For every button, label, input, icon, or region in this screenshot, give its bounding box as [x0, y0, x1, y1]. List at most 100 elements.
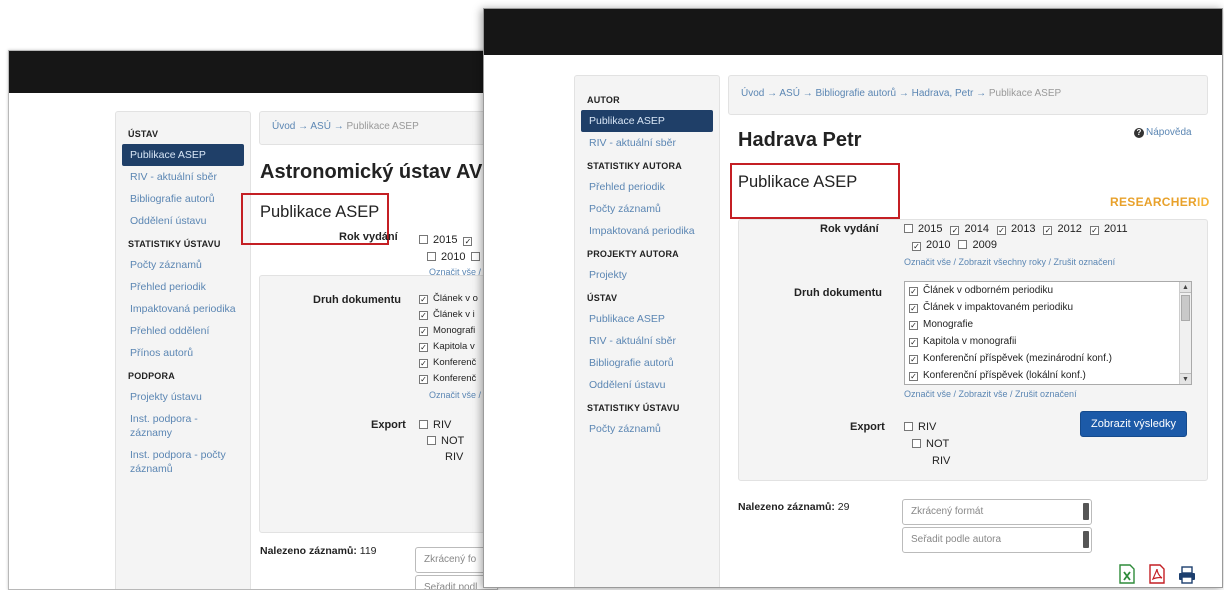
- scrollbar-thumb[interactable]: [1181, 295, 1190, 321]
- sidebar-item-ustav-publikace-asep[interactable]: Publikace ASEP: [581, 308, 713, 330]
- back-breadcrumb: Úvod → ASÚ → Publikace ASEP: [259, 111, 497, 145]
- checkbox-checked-icon: ✓: [419, 311, 428, 320]
- sidebar-item-inst-podpora-pocty[interactable]: Inst. podpora - počty záznamů: [122, 444, 244, 480]
- print-icon[interactable]: [1178, 565, 1196, 585]
- front-page-title: Hadrava Petr: [738, 129, 862, 151]
- sidebar-item-projekty[interactable]: Projekty: [581, 264, 713, 286]
- sidebar-heading-statistiky-autora: STATISTIKY AUTORA: [587, 161, 682, 171]
- sidebar-item-autor-prehled-periodik[interactable]: Přehled periodik: [581, 176, 713, 198]
- checkbox-icon: [419, 420, 428, 429]
- checkbox-icon: [427, 252, 436, 261]
- checkbox-checked-icon: ✓: [419, 343, 428, 352]
- front-years-links[interactable]: Označit vše / Zobrazit všechny roky / Zr…: [904, 257, 1115, 267]
- front-section-title: Publikace ASEP: [738, 173, 858, 191]
- back-export-not-riv[interactable]: NOT: [427, 435, 464, 447]
- pdf-export-icon[interactable]: [1148, 564, 1166, 584]
- doc-type-option[interactable]: ✓ Kapitola v monografii: [905, 333, 1191, 350]
- breadcrumb-current: Publikace ASEP: [988, 88, 1062, 99]
- researcherid-logo[interactable]: RESEARCHERID: [1110, 195, 1210, 209]
- sidebar-heading-ustav: ÚSTAV: [587, 293, 618, 303]
- back-doc-type-4[interactable]: ✓ Konferenč: [419, 357, 476, 368]
- sidebar-item-ustav-oddeleni-ustavu[interactable]: Oddělení ústavu: [581, 374, 713, 396]
- sidebar-item-oddeleni-ustavu[interactable]: Oddělení ústavu: [122, 210, 244, 232]
- year-option-2012[interactable]: ✓ 2012: [1043, 223, 1082, 235]
- back-browser-window: ÚSTAV Publikace ASEP RIV - aktuální sběr…: [8, 50, 498, 590]
- sidebar-item-ustav-bibliografie-autoru[interactable]: Bibliografie autorů: [581, 352, 713, 374]
- doc-type-option[interactable]: ✓ Konferenční příspěvek (mezinárodní konf…: [905, 350, 1191, 367]
- doc-type-option[interactable]: ✓ Článek v impaktovaném periodiku: [905, 299, 1191, 316]
- scroll-down-arrow-icon[interactable]: ▼: [1180, 373, 1191, 384]
- checkbox-icon: [912, 439, 921, 448]
- back-export-not-riv-2: RIV: [445, 451, 464, 463]
- doc-type-option[interactable]: ✓ Článek v odborném periodiku: [905, 282, 1191, 299]
- year-option-2014[interactable]: ✓ 2014: [950, 223, 989, 235]
- back-year-2015[interactable]: 2015 ✓: [419, 234, 477, 246]
- checkbox-icon: [471, 252, 481, 261]
- front-format-select[interactable]: Zkrácený formát: [902, 499, 1092, 525]
- sidebar-item-impaktovana-periodika[interactable]: Impaktovaná periodika: [122, 298, 244, 320]
- sidebar-item-autor-publikace-asep[interactable]: Publikace ASEP: [581, 110, 713, 132]
- doc-type-listbox[interactable]: ✓ Článek v odborném periodiku ✓ Článek v i…: [904, 281, 1192, 385]
- checkbox-checked-icon: ✓: [912, 242, 921, 251]
- year-option-2010[interactable]: ✓ 2010: [912, 239, 950, 251]
- back-year-2010[interactable]: 2010: [427, 251, 485, 263]
- back-export-riv[interactable]: RIV: [419, 419, 451, 431]
- sidebar-item-autor-riv-aktualni-sber[interactable]: RIV - aktuální sběr: [581, 132, 713, 154]
- front-window-top-bar: [484, 9, 1222, 55]
- checkbox-checked-icon: ✓: [463, 237, 473, 246]
- front-export-riv[interactable]: RIV: [904, 421, 936, 433]
- doc-type-option[interactable]: ✓ Konferenční příspěvek (lokální konf.): [905, 367, 1191, 384]
- back-doc-type-3[interactable]: ✓ Kapitola v: [419, 341, 475, 352]
- sidebar-item-prehled-oddeleni[interactable]: Přehled oddělení: [122, 320, 244, 342]
- front-breadcrumb: Úvod → ASÚ → Bibliografie autorů → Hadra…: [728, 75, 1208, 115]
- sidebar-item-autor-impaktovana-periodika[interactable]: Impaktovaná periodika: [581, 220, 713, 242]
- back-sidebar: ÚSTAV Publikace ASEP RIV - aktuální sběr…: [115, 111, 251, 589]
- checkbox-checked-icon: ✓: [909, 287, 918, 296]
- checkbox-checked-icon: ✓: [909, 355, 918, 364]
- checkbox-checked-icon: ✓: [950, 226, 960, 235]
- show-results-button[interactable]: Zobrazit výsledky: [1080, 411, 1187, 437]
- sidebar-item-pocty-zaznamu[interactable]: Počty záznamů: [122, 254, 244, 276]
- breadcrumb-path[interactable]: Úvod → ASÚ → Bibliografie autorů → Hadra…: [741, 88, 989, 99]
- sidebar-item-bibliografie-autoru[interactable]: Bibliografie autorů: [122, 188, 244, 210]
- checkbox-checked-icon: ✓: [909, 321, 918, 330]
- back-section-title: Publikace ASEP: [260, 203, 380, 221]
- year-option-2013[interactable]: ✓ 2013: [996, 223, 1035, 235]
- sidebar-item-inst-podpora-zaznamy[interactable]: Inst. podpora - záznamy: [122, 408, 244, 444]
- sidebar-item-riv-aktualni-sber[interactable]: RIV - aktuální sběr: [122, 166, 244, 188]
- sidebar-heading-projekty-autora: PROJEKTY AUTORA: [587, 249, 679, 259]
- select-arrow-icon: [1083, 531, 1089, 548]
- back-window-top-bar: [9, 51, 497, 93]
- front-doc-links[interactable]: Označit vše / Zobrazit vše / Zrušit ozna…: [904, 389, 1077, 399]
- sidebar-item-prinos-autoru[interactable]: Přínos autorů: [122, 342, 244, 364]
- sidebar-item-projekty-ustavu[interactable]: Projekty ústavu: [122, 386, 244, 408]
- doc-type-option[interactable]: ✓ Monografie: [905, 316, 1191, 333]
- front-export-not-riv[interactable]: NOT: [912, 438, 949, 450]
- year-option-2015[interactable]: 2015: [904, 223, 942, 235]
- listbox-scrollbar[interactable]: ▲ ▼: [1179, 282, 1191, 384]
- sidebar-item-prehled-periodik[interactable]: Přehled periodik: [122, 276, 244, 298]
- sidebar-item-autor-pocty-zaznamu[interactable]: Počty záznamů: [581, 198, 713, 220]
- checkbox-checked-icon: ✓: [419, 295, 428, 304]
- back-doc-type-5[interactable]: ✓ Konferenč: [419, 373, 476, 384]
- front-export-label: Export: [850, 421, 885, 433]
- back-doc-type-1[interactable]: ✓ Článek v i: [419, 309, 475, 320]
- checkbox-checked-icon: ✓: [419, 327, 428, 336]
- front-sort-select[interactable]: Seřadit podle autora: [902, 527, 1092, 553]
- breadcrumb-path[interactable]: Úvod → ASÚ →: [272, 121, 346, 132]
- excel-export-icon[interactable]: [1118, 564, 1136, 584]
- scroll-up-arrow-icon[interactable]: ▲: [1180, 282, 1191, 293]
- help-link[interactable]: ? Nápověda: [1134, 127, 1192, 138]
- checkbox-icon: [904, 224, 913, 233]
- checkbox-checked-icon: ✓: [909, 304, 918, 313]
- checkbox-checked-icon: ✓: [419, 359, 428, 368]
- year-option-2009[interactable]: 2009: [958, 239, 997, 251]
- back-doc-type-0[interactable]: ✓ Článek v o: [419, 293, 478, 304]
- back-doc-type-2[interactable]: ✓ Monografi: [419, 325, 475, 336]
- sidebar-item-ustav-riv-aktualni-sber[interactable]: RIV - aktuální sběr: [581, 330, 713, 352]
- year-option-2011[interactable]: ✓ 2011: [1089, 223, 1128, 235]
- sidebar-item-publikace-asep[interactable]: Publikace ASEP: [122, 144, 244, 166]
- sidebar-item-ustav-pocty-zaznamu[interactable]: Počty záznamů: [581, 418, 713, 440]
- front-rok-label: Rok vydání: [820, 223, 879, 235]
- checkbox-icon: [419, 235, 428, 244]
